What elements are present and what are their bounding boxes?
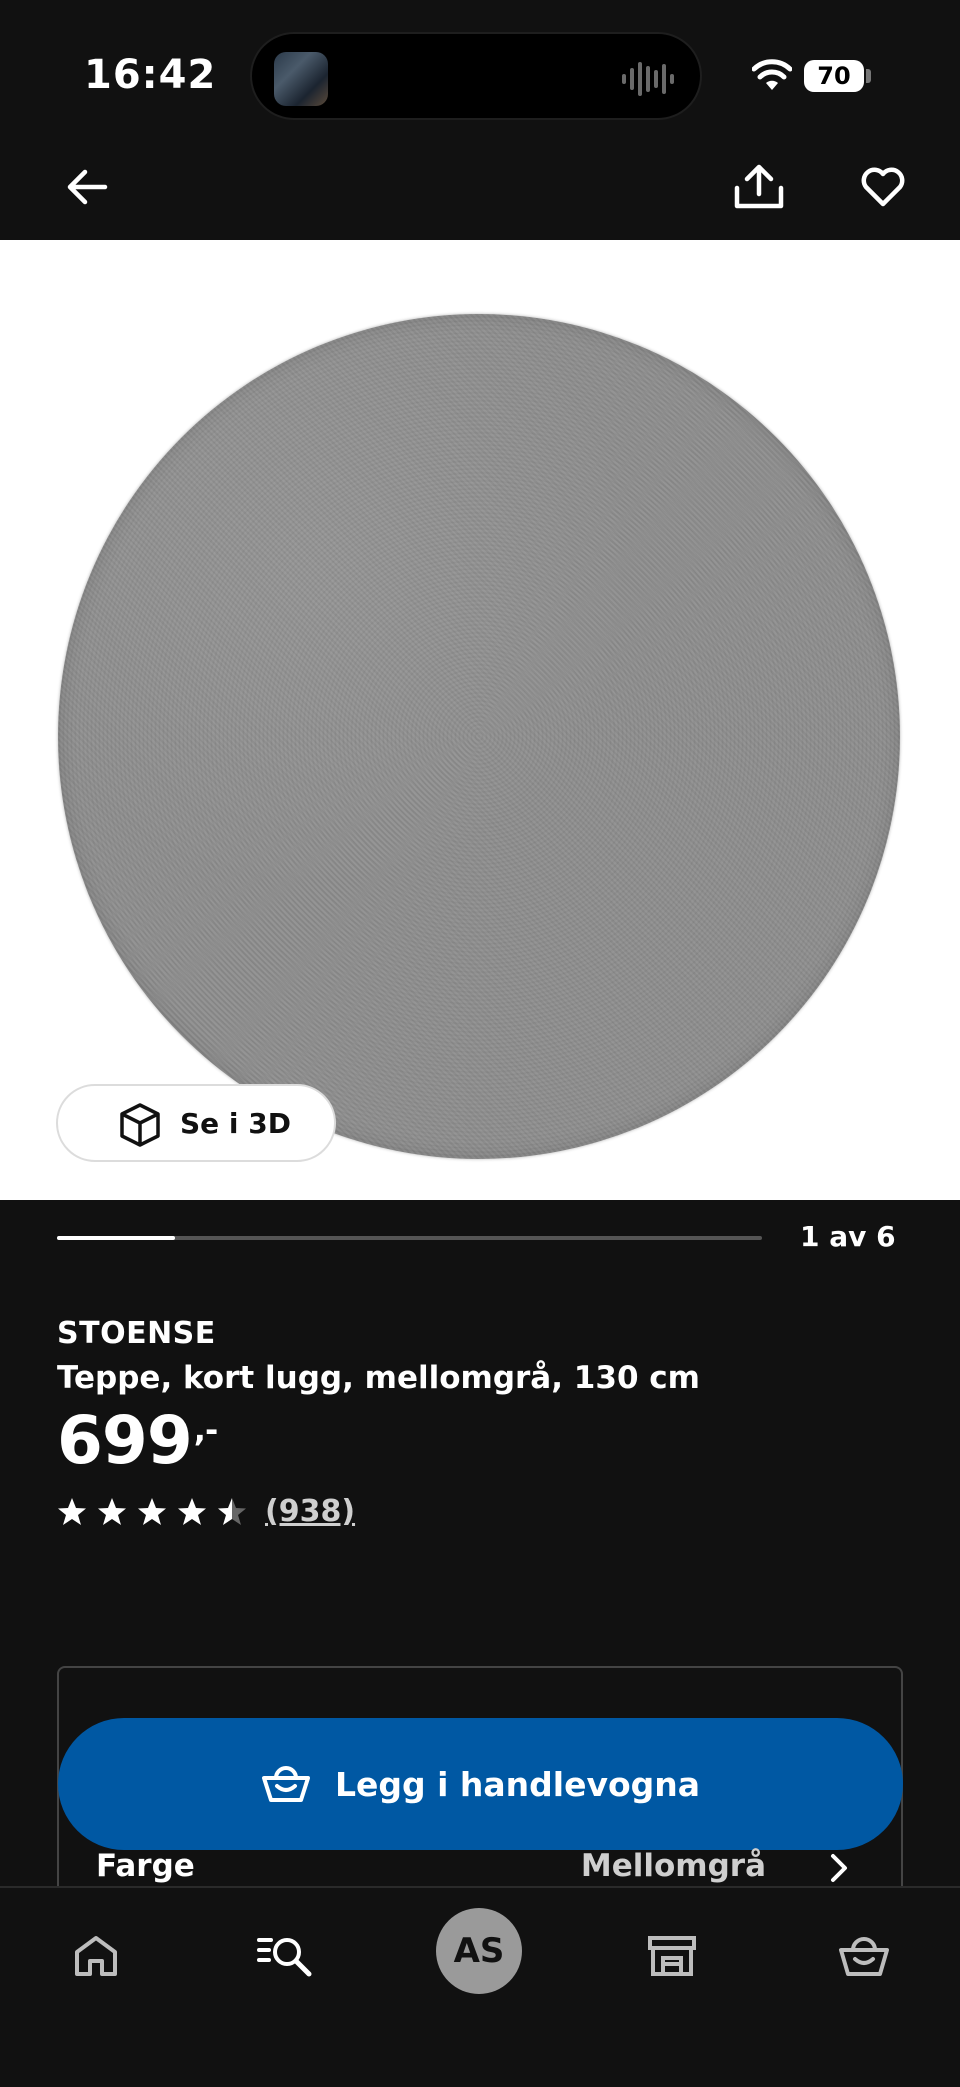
back-arrow-icon bbox=[67, 169, 108, 205]
share-button[interactable] bbox=[724, 152, 794, 222]
profile-avatar[interactable]: AS bbox=[436, 1908, 522, 1994]
status-bar: 16:42 70 bbox=[0, 0, 960, 145]
review-count-link[interactable]: (938) bbox=[265, 1494, 355, 1529]
view-3d-label: Se i 3D bbox=[180, 1106, 291, 1140]
cube-icon bbox=[120, 1103, 160, 1147]
dynamic-island[interactable] bbox=[250, 32, 702, 120]
share-icon bbox=[734, 164, 784, 209]
nav-search[interactable] bbox=[246, 1916, 326, 1996]
gallery-counter: 1 av 6 bbox=[800, 1220, 896, 1253]
price-value: 699 bbox=[57, 1402, 193, 1479]
star-icon bbox=[98, 1497, 126, 1525]
favorite-button[interactable] bbox=[848, 152, 918, 222]
audio-waveform-icon bbox=[622, 62, 674, 96]
rating-stars bbox=[57, 1497, 247, 1527]
nav-cart[interactable] bbox=[824, 1916, 904, 1996]
home-icon bbox=[75, 1936, 117, 1976]
add-to-cart-button[interactable]: Legg i handlevogna bbox=[58, 1718, 903, 1850]
status-time: 16:42 bbox=[84, 52, 217, 98]
price-suffix: ,- bbox=[193, 1411, 218, 1449]
product-description: Teppe, kort lugg, mellomgrå, 130 cm bbox=[57, 1360, 700, 1396]
nav-stores[interactable] bbox=[632, 1916, 712, 1996]
star-icon bbox=[178, 1497, 206, 1525]
app-bar bbox=[0, 145, 960, 240]
basket-icon bbox=[261, 1766, 310, 1802]
product-rating[interactable]: (938) bbox=[57, 1494, 355, 1529]
battery-icon: 70 bbox=[804, 60, 864, 92]
color-label: Farge bbox=[96, 1848, 195, 1884]
gallery-progress-fill bbox=[57, 1236, 175, 1240]
product-brand: STOENSE bbox=[57, 1316, 216, 1351]
add-to-cart-label: Legg i handlevogna bbox=[334, 1764, 701, 1804]
chevron-right-icon bbox=[831, 1854, 847, 1882]
gallery-progress-bar bbox=[57, 1236, 762, 1240]
product-price: 699,- bbox=[57, 1402, 218, 1479]
nav-home[interactable] bbox=[56, 1916, 136, 1996]
heart-icon bbox=[861, 167, 905, 207]
wifi-icon bbox=[752, 59, 792, 90]
color-value: Mellomgrå bbox=[580, 1848, 766, 1884]
cart-icon bbox=[839, 1937, 889, 1976]
bottom-navigation: AS bbox=[0, 1886, 960, 2087]
battery-tip bbox=[866, 69, 871, 83]
product-image-rug bbox=[58, 314, 900, 1159]
star-icon bbox=[138, 1497, 166, 1525]
star-icon bbox=[218, 1497, 246, 1525]
star-icon bbox=[58, 1497, 86, 1525]
view-3d-button[interactable]: Se i 3D bbox=[56, 1084, 336, 1162]
search-icon bbox=[257, 1938, 312, 1977]
store-icon bbox=[648, 1936, 696, 1976]
now-playing-thumbnail bbox=[274, 52, 328, 106]
back-button[interactable] bbox=[52, 152, 122, 222]
product-image-gallery[interactable] bbox=[0, 240, 960, 1200]
